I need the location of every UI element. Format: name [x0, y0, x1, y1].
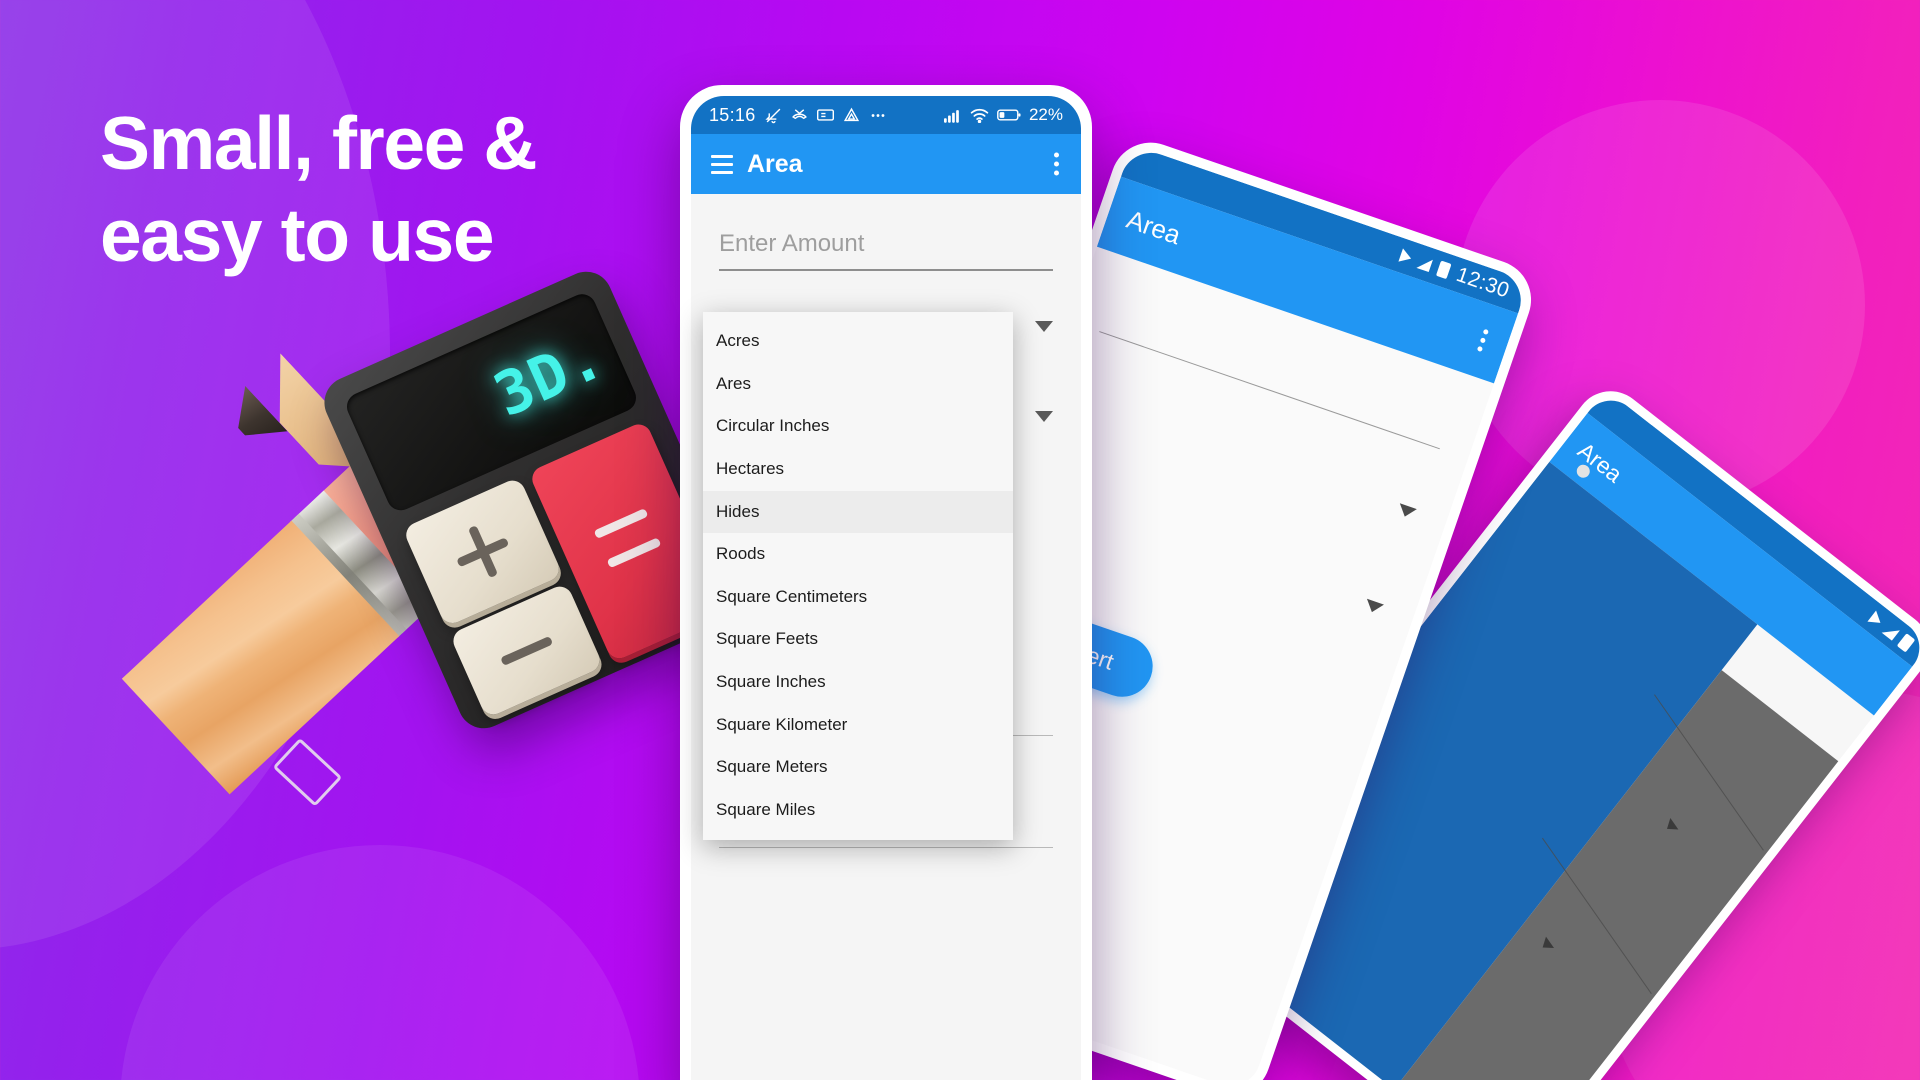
headline: Small, free & easy to use [100, 98, 720, 281]
dropdown-item[interactable]: Square Inches [703, 661, 1013, 704]
sim-card-icon [816, 109, 834, 121]
unit-dropdown-list[interactable]: Acres Ares Circular Inches Hectares Hides Roo… [703, 312, 1013, 840]
wifi-icon [1398, 248, 1414, 266]
phone1-app-bar: Area [691, 134, 1081, 194]
dropdown-item[interactable]: Ares [703, 363, 1013, 406]
phone1-separator-2 [719, 847, 1053, 848]
dropdown-item[interactable]: Square Feets [703, 618, 1013, 661]
phone2-title: Area [1123, 203, 1185, 250]
battery-icon [1896, 633, 1916, 653]
signal-icon [1881, 622, 1901, 641]
mute-icon [764, 108, 780, 123]
headline-line-1: Small, free & [100, 101, 538, 185]
wifi-icon [1867, 610, 1885, 629]
battery-icon [1436, 260, 1452, 280]
dropdown-item[interactable]: Roods [703, 533, 1013, 576]
wifi-icon [970, 108, 989, 123]
battery-icon [997, 109, 1021, 121]
dropdown-item[interactable]: Square Miles [703, 789, 1013, 832]
dropdown-item[interactable]: Circular Inches [703, 405, 1013, 448]
pencil-graphite-tip [220, 386, 287, 455]
kebab-menu-icon[interactable] [1054, 152, 1059, 176]
dropdown-item[interactable]: Square Kilometer [703, 704, 1013, 747]
chevron-down-icon[interactable] [1035, 410, 1053, 422]
phone3-title: Area [1573, 436, 1628, 488]
battery-percentage: 22% [1028, 105, 1063, 124]
amount-field-underline [719, 269, 1053, 271]
more-icon [871, 113, 884, 117]
dropdown-item[interactable]: Square Centimeters [703, 576, 1013, 619]
phone1-status-bar: 15:16 22% [691, 96, 1081, 134]
amount-field-wrapper [719, 230, 1053, 271]
missed-call-icon [791, 108, 807, 119]
phone1-title: Area [747, 149, 803, 178]
hamburger-menu-icon[interactable] [711, 154, 733, 174]
dropdown-item[interactable]: Square Meters [703, 746, 1013, 789]
pencil-logo-icon [272, 737, 343, 807]
headline-line-2: easy to use [100, 192, 495, 277]
phone1-clock: 15:16 [709, 104, 756, 125]
kebab-menu-icon[interactable] [1476, 328, 1489, 353]
signal-icon [943, 109, 959, 123]
signal-icon [1416, 255, 1434, 272]
dropdown-item[interactable]: Hectares [703, 448, 1013, 491]
drive-icon [843, 107, 859, 121]
amount-input[interactable] [719, 230, 1053, 269]
chevron-down-icon[interactable] [1035, 321, 1053, 332]
dropdown-item[interactable]: Acres [703, 320, 1013, 363]
calculator-display-value: 3D. [484, 321, 615, 432]
dropdown-item[interactable]: Hides [703, 490, 1013, 534]
